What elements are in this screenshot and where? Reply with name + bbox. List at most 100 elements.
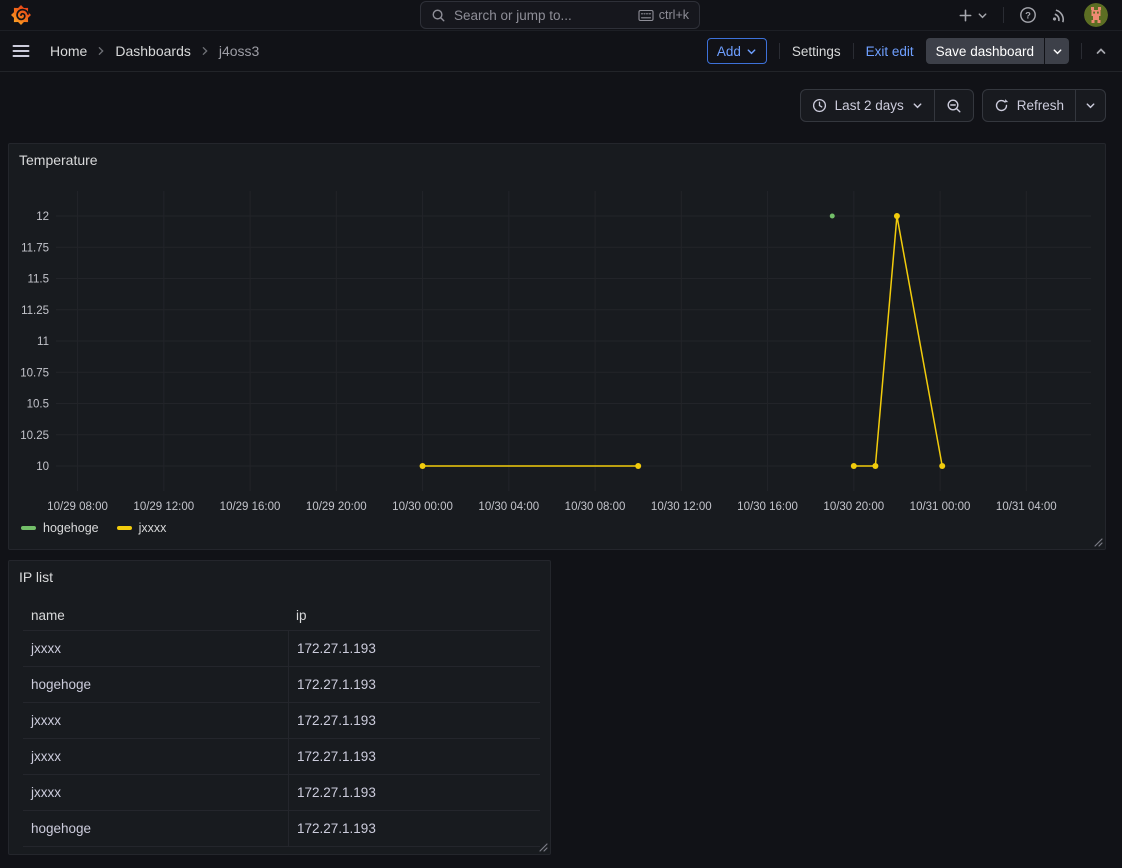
legend-item-hogehoge[interactable]: hogehoge — [21, 521, 99, 535]
ip-table: name ip jxxxx172.27.1.193hogehoge172.27.… — [23, 601, 540, 847]
x-axis-tick-label: 10/29 08:00 — [47, 501, 108, 513]
x-axis-tick-label: 10/31 04:00 — [996, 501, 1057, 513]
user-avatar[interactable] — [1084, 3, 1108, 27]
x-axis-tick-label: 10/31 00:00 — [910, 501, 971, 513]
breadcrumb-current: j4oss3 — [219, 43, 259, 59]
y-axis-tick-label: 10.25 — [20, 430, 49, 442]
save-dashboard-group: Save dashboard — [926, 38, 1069, 64]
time-series-chart[interactable]: 1211.7511.511.251110.7510.510.251010/29 … — [9, 184, 1105, 518]
y-axis-tick-label: 10.5 — [27, 399, 49, 411]
plus-icon — [958, 8, 973, 23]
legend-item-jxxxx[interactable]: jxxxx — [117, 521, 167, 535]
keyboard-icon — [638, 9, 654, 22]
breadcrumb-dashboards[interactable]: Dashboards — [115, 43, 191, 59]
cell-ip: 172.27.1.193 — [288, 811, 540, 846]
legend-label: jxxxx — [139, 521, 167, 535]
x-axis-tick-label: 10/29 12:00 — [133, 501, 194, 513]
x-axis-tick-label: 10/29 16:00 — [220, 501, 281, 513]
add-button[interactable]: Add — [707, 38, 767, 64]
divider — [1003, 7, 1004, 23]
series-point-jxxxx — [420, 463, 426, 469]
x-axis-tick-label: 10/29 20:00 — [306, 501, 367, 513]
table-row: hogehoge172.27.1.193 — [23, 811, 540, 847]
chevron-right-icon — [96, 46, 106, 56]
search-shortcut: ctrl+k — [638, 8, 689, 22]
chart-legend: hogehoge jxxxx — [21, 521, 166, 535]
search-input[interactable]: Search or jump to... ctrl+k — [420, 1, 700, 29]
y-axis-tick-label: 12 — [36, 211, 49, 223]
chevron-down-icon — [1052, 46, 1063, 57]
dashboard-toolbar: Last 2 days Refresh — [800, 89, 1106, 122]
refresh-interval-button[interactable] — [1075, 90, 1105, 121]
zoom-out-button[interactable] — [934, 90, 973, 121]
series-point-jxxxx — [635, 463, 641, 469]
cell-ip: 172.27.1.193 — [288, 739, 540, 774]
y-axis-tick-label: 10 — [36, 461, 49, 473]
breadcrumb-home[interactable]: Home — [50, 43, 87, 59]
panel-temperature-title[interactable]: Temperature — [9, 144, 108, 168]
topbar-right: ? — [958, 3, 1108, 27]
y-axis-tick-label: 11.5 — [27, 274, 49, 286]
collapse-button[interactable] — [1094, 44, 1108, 58]
y-axis-tick-label: 11.75 — [21, 242, 49, 254]
nav-bar: Home Dashboards j4oss3 Add Settings Exit… — [0, 31, 1122, 72]
column-header-ip[interactable]: ip — [288, 608, 540, 623]
divider — [779, 43, 780, 59]
time-range-label: Last 2 days — [835, 98, 904, 113]
panel-resize-handle[interactable] — [1093, 537, 1103, 547]
y-axis-tick-label: 11.25 — [21, 305, 49, 317]
cell-name: jxxxx — [23, 631, 288, 666]
cell-name: hogehoge — [23, 811, 288, 846]
panel-temperature: Temperature 1211.7511.511.251110.7510.51… — [8, 143, 1106, 550]
legend-color-swatch — [21, 526, 36, 530]
shortcut-label: ctrl+k — [659, 8, 689, 22]
table-row: jxxxx172.27.1.193 — [23, 775, 540, 811]
legend-color-swatch — [117, 526, 132, 530]
refresh-label: Refresh — [1017, 98, 1064, 113]
series-point-hogehoge — [830, 214, 835, 219]
refresh-icon — [994, 98, 1009, 113]
cell-name: jxxxx — [23, 775, 288, 810]
chevron-down-icon — [746, 46, 757, 57]
x-axis-tick-label: 10/30 08:00 — [565, 501, 626, 513]
x-axis-tick-label: 10/30 00:00 — [392, 501, 453, 513]
chevron-down-icon — [1085, 100, 1096, 111]
refresh-button[interactable]: Refresh — [983, 90, 1075, 121]
chevron-up-icon — [1094, 44, 1108, 58]
cell-ip: 172.27.1.193 — [288, 775, 540, 810]
help-button[interactable]: ? — [1019, 6, 1037, 24]
search-icon — [431, 8, 446, 23]
table-row: jxxxx172.27.1.193 — [23, 631, 540, 667]
panel-ip-list: IP list name ip jxxxx172.27.1.193hogehog… — [8, 560, 551, 855]
x-axis-tick-label: 10/30 04:00 — [478, 501, 539, 513]
cell-ip: 172.27.1.193 — [288, 703, 540, 738]
series-point-jxxxx — [851, 463, 857, 469]
save-dashboard-button[interactable]: Save dashboard — [926, 38, 1044, 64]
nav-actions: Add Settings Exit edit Save dashboard — [707, 38, 1108, 64]
clock-icon — [812, 98, 827, 113]
add-button-label: Add — [717, 44, 741, 59]
exit-edit-button[interactable]: Exit edit — [866, 44, 914, 59]
cell-name: jxxxx — [23, 739, 288, 774]
x-axis-tick-label: 10/30 12:00 — [651, 501, 712, 513]
breadcrumb: Home Dashboards j4oss3 — [50, 43, 259, 59]
cell-ip: 172.27.1.193 — [288, 667, 540, 702]
grafana-logo[interactable] — [10, 4, 32, 26]
cell-ip: 172.27.1.193 — [288, 631, 540, 666]
refresh-group: Refresh — [982, 89, 1106, 122]
settings-button[interactable]: Settings — [792, 44, 841, 59]
news-button[interactable] — [1052, 7, 1069, 24]
zoom-out-icon — [946, 98, 962, 114]
table-row: jxxxx172.27.1.193 — [23, 739, 540, 775]
panel-resize-handle[interactable] — [538, 842, 548, 852]
panel-ip-list-title[interactable]: IP list — [9, 561, 63, 585]
legend-label: hogehoge — [43, 521, 99, 535]
chevron-down-icon — [912, 100, 923, 111]
hamburger-icon — [12, 42, 30, 60]
time-range-button[interactable]: Last 2 days — [801, 90, 934, 121]
new-button[interactable] — [958, 8, 988, 23]
menu-toggle-button[interactable] — [12, 42, 30, 60]
save-dashboard-caret-button[interactable] — [1045, 38, 1069, 64]
column-header-name[interactable]: name — [23, 608, 288, 623]
y-axis-tick-label: 11 — [37, 336, 49, 348]
